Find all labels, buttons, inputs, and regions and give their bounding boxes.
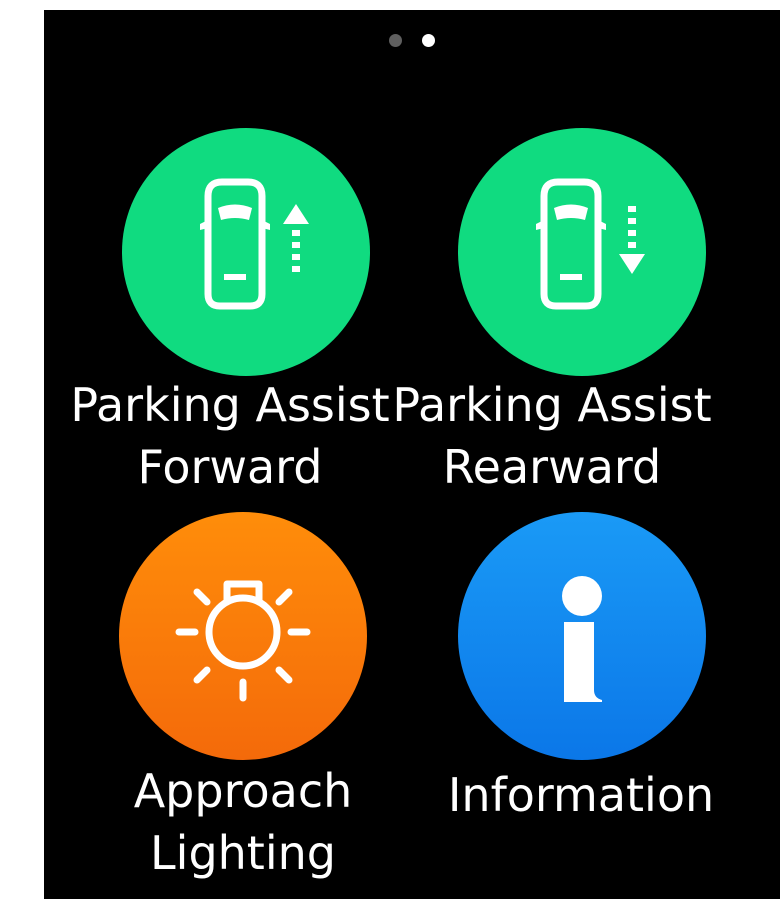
information-label: Information — [401, 764, 761, 826]
info-icon — [562, 576, 602, 702]
label-line-1: Information — [447, 768, 715, 822]
label-line-1: Approach — [133, 764, 353, 818]
approach-lighting-tile[interactable]: Approach Lighting — [44, 10, 367, 899]
watch-screen: Parking Assist Forward Parking Assist Re… — [44, 10, 780, 899]
information-button[interactable] — [458, 512, 706, 760]
information-tile[interactable]: Information — [384, 10, 714, 899]
approach-lighting-button[interactable] — [119, 512, 367, 760]
approach-lighting-label: Approach Lighting — [63, 760, 423, 884]
label-line-2: Lighting — [150, 826, 336, 880]
light-bulb-rays-icon — [175, 580, 311, 702]
